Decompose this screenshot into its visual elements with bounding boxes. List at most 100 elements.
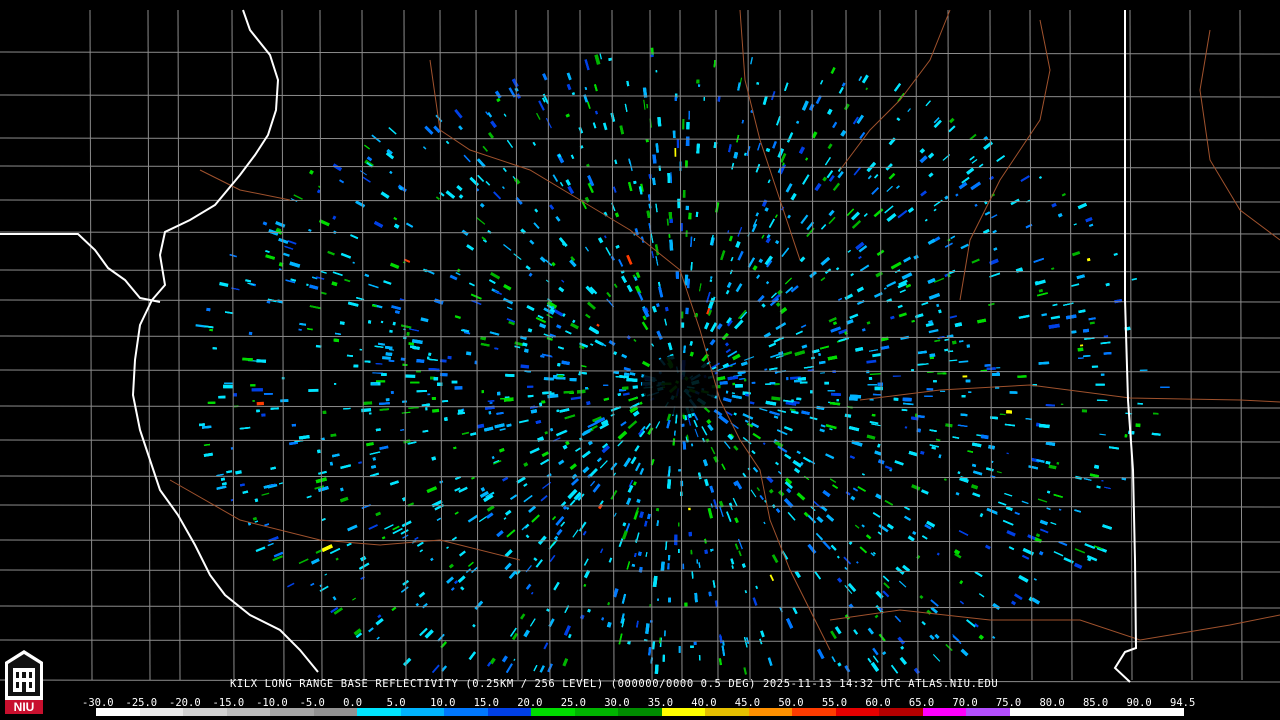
- echo-cell: [433, 377, 439, 381]
- echo-cell: [410, 381, 420, 384]
- echo-cell: [965, 379, 971, 383]
- echo-cell: [353, 364, 359, 368]
- echo-cell: [199, 423, 205, 427]
- echo-cell: [698, 84, 701, 87]
- echo-cell: [1153, 412, 1159, 415]
- echo-cell: [280, 399, 289, 403]
- echo-cell: [585, 387, 589, 390]
- echo-cell: [454, 386, 463, 390]
- echo-cell: [735, 384, 743, 388]
- echo-cell: [368, 412, 372, 415]
- echo-cell: [696, 79, 700, 84]
- echo-cell: [1006, 410, 1012, 414]
- echo-cell: [685, 205, 690, 211]
- echo-cell: [984, 364, 991, 367]
- echo-cell: [1056, 462, 1060, 465]
- echo-cell: [252, 400, 255, 402]
- echo-cell: [416, 390, 427, 393]
- echo-cell: [674, 147, 677, 157]
- echo-cell: [674, 97, 677, 101]
- echo-cell: [497, 391, 501, 396]
- echo-cell: [685, 230, 688, 237]
- echo-cell: [849, 394, 862, 399]
- echo-cell: [682, 563, 685, 570]
- echo-cell: [381, 373, 387, 376]
- echo-cell: [385, 398, 390, 402]
- echo-cell: [380, 320, 384, 324]
- echo-cell: [654, 664, 659, 674]
- echo-cell: [656, 508, 660, 512]
- echo-cell: [428, 352, 432, 356]
- echo-cell: [830, 392, 841, 397]
- echo-cell: [904, 426, 908, 429]
- radar-map: [0, 0, 1280, 720]
- echo-cell: [233, 393, 237, 397]
- echo-cell: [359, 348, 363, 351]
- echo-cell: [248, 331, 253, 336]
- echo-cell: [250, 384, 256, 387]
- echo-cell: [1137, 402, 1143, 405]
- echo-cell: [556, 409, 560, 413]
- echo-cell: [405, 374, 416, 378]
- echo-cell: [650, 54, 654, 58]
- echo-cell: [1124, 434, 1128, 438]
- echo-cell: [677, 549, 680, 553]
- echo-cell: [667, 554, 671, 561]
- echo-cell: [308, 388, 319, 392]
- echo-cell: [557, 374, 564, 378]
- echo-cell: [333, 338, 340, 343]
- echo-cell: [1077, 347, 1084, 352]
- echo-cell: [824, 381, 830, 385]
- echo-cell: [669, 218, 673, 224]
- echo-cell: [655, 70, 658, 73]
- echo-cell: [242, 357, 253, 361]
- echo-cell: [465, 351, 472, 356]
- echo-cell: [541, 400, 546, 404]
- echo-cell: [427, 356, 430, 360]
- echo-cell: [952, 340, 957, 345]
- echo-cell: [481, 390, 485, 394]
- echo-cell: [836, 399, 839, 402]
- echo-cell: [690, 645, 694, 648]
- echo-cell: [667, 563, 670, 570]
- echo-cell: [693, 641, 697, 646]
- echo-cell: [218, 395, 226, 399]
- echo-cell: [317, 449, 321, 454]
- echo-cell: [251, 388, 263, 392]
- echo-cell: [444, 417, 448, 422]
- echo-cell: [261, 413, 266, 417]
- echo-cell: [1081, 409, 1088, 413]
- echo-cell: [704, 549, 708, 554]
- echo-cell: [224, 382, 233, 384]
- echo-cell: [684, 602, 688, 607]
- echo-cell: [809, 390, 813, 394]
- echo-cell: [539, 402, 543, 407]
- echo-cell: [557, 362, 561, 367]
- echo-cell: [996, 367, 1001, 369]
- echo-cell: [751, 381, 756, 384]
- echo-cell: [685, 307, 689, 315]
- echo-cell: [786, 377, 789, 381]
- echo-cell: [632, 385, 638, 389]
- echo-cell: [962, 375, 968, 378]
- echo-cell: [688, 507, 691, 511]
- echo-cell: [451, 380, 458, 384]
- echo-cell: [621, 386, 629, 390]
- echo-cell: [649, 620, 653, 623]
- echo-cell: [488, 411, 492, 415]
- echo-cell: [668, 234, 671, 238]
- echo-cell: [668, 597, 671, 603]
- echo-cell: [578, 373, 581, 376]
- echo-cell: [256, 359, 267, 363]
- echo-cell: [744, 378, 747, 382]
- echo-cell: [968, 391, 972, 394]
- echo-cell: [334, 383, 337, 385]
- echo-cell: [447, 355, 452, 360]
- echo-cell: [376, 380, 386, 383]
- echo-cell: [688, 212, 692, 220]
- echo-cell: [1100, 373, 1105, 376]
- echo-cell: [390, 391, 394, 394]
- echo-cell: [676, 139, 680, 149]
- echo-cell: [688, 531, 692, 537]
- echo-cell: [207, 401, 216, 405]
